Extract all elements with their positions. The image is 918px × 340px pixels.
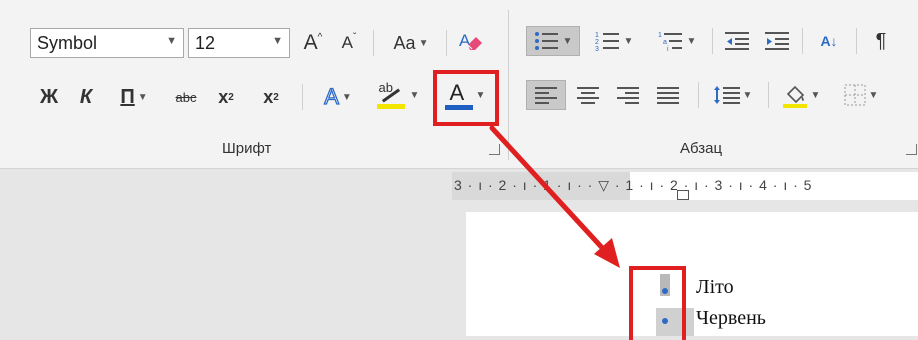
callout-arrow xyxy=(489,125,620,268)
